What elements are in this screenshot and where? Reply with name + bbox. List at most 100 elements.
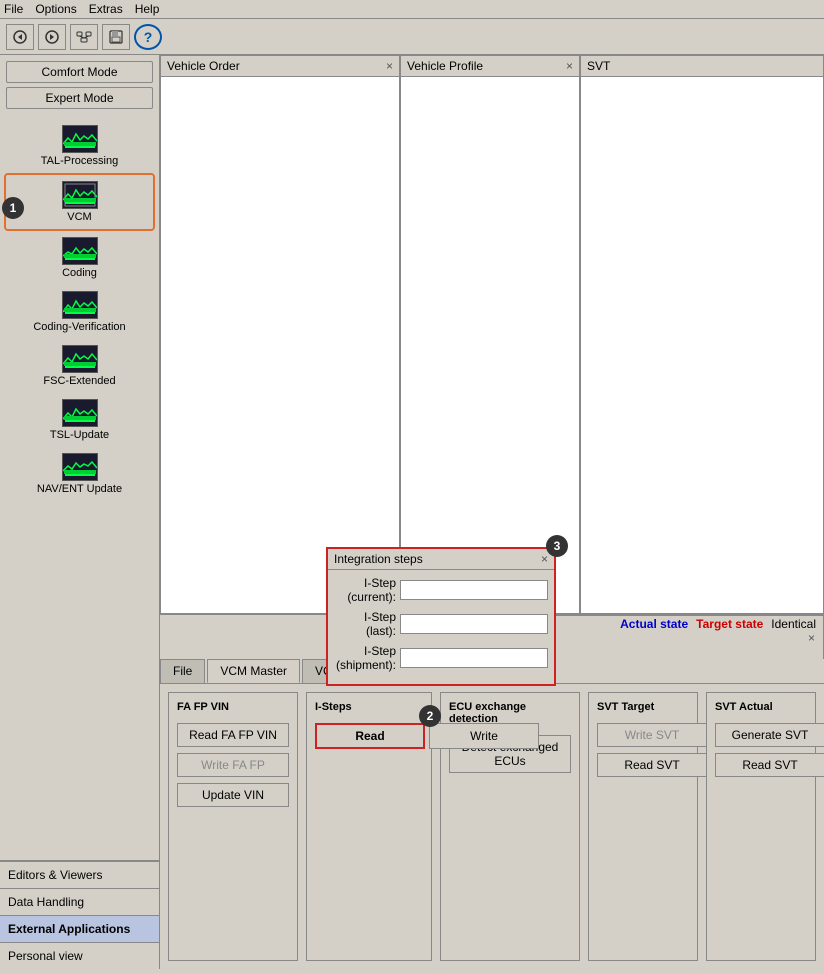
- vcm-label: VCM: [67, 211, 91, 223]
- tab-vcm-master[interactable]: VCM Master: [207, 659, 300, 683]
- personal-view-button[interactable]: Personal view: [0, 942, 159, 969]
- svt-content: [581, 77, 823, 613]
- vcm-master-content: FA FP VIN Read FA FP VIN Write FA FP Upd…: [160, 684, 824, 969]
- istep-last-input[interactable]: [400, 614, 548, 634]
- editors-viewers-button[interactable]: Editors & Viewers: [0, 861, 159, 888]
- fa-fp-vin-group: FA FP VIN Read FA FP VIN Write FA FP Upd…: [168, 692, 298, 961]
- vehicle-profile-content: [401, 77, 579, 613]
- istep-last-row: I-Step (last):: [334, 610, 548, 638]
- integration-steps-header: Integration steps ×: [328, 549, 554, 570]
- main-layout: Comfort Mode Expert Mode 1 TAL-Processin…: [0, 55, 824, 969]
- read-button[interactable]: Read: [315, 723, 425, 749]
- write-svt-button[interactable]: Write SVT: [597, 723, 707, 747]
- state-labels: Actual state Target state Identical: [612, 613, 824, 635]
- back-button[interactable]: [6, 24, 34, 50]
- integration-steps-content: I-Step (current): I-Step (last): I-Step …: [328, 570, 554, 684]
- vehicle-profile-title: Vehicle Profile: [407, 59, 483, 73]
- sidebar-item-coding[interactable]: Coding: [4, 231, 155, 285]
- vehicle-profile-close[interactable]: ×: [566, 59, 573, 73]
- bottom-area: File VCM Master VCM Backup FA FP VIN Rea…: [160, 655, 824, 969]
- sidebar-item-nav-ent-update[interactable]: NAV/ENT Update: [4, 447, 155, 501]
- svt-panel: SVT: [580, 55, 824, 614]
- fsc-extended-icon: [62, 345, 98, 373]
- vehicle-order-header: Vehicle Order ×: [161, 56, 399, 77]
- vehicle-profile-panel: Vehicle Profile ×: [400, 55, 580, 614]
- annotation-badge-1: 1: [2, 197, 24, 219]
- sidebar-item-fsc-extended[interactable]: FSC-Extended: [4, 339, 155, 393]
- sidebar-item-coding-verification[interactable]: Coding-Verification: [4, 285, 155, 339]
- sidebar-item-tsl-update[interactable]: TSL-Update: [4, 393, 155, 447]
- tab-file[interactable]: File: [160, 659, 205, 683]
- comfort-mode-button[interactable]: Comfort Mode: [6, 61, 153, 83]
- i-steps-group: I-Steps Read Write 2: [306, 692, 432, 961]
- save-button[interactable]: [102, 24, 130, 50]
- annotation-badge-3: 3: [546, 535, 568, 557]
- data-handling-button[interactable]: Data Handling: [0, 888, 159, 915]
- sidebar-item-tal-processing[interactable]: TAL-Processing: [4, 119, 155, 173]
- coding-verification-label: Coding-Verification: [33, 321, 125, 333]
- svt-actual-title: SVT Actual: [715, 701, 807, 713]
- tal-processing-label: TAL-Processing: [41, 155, 118, 167]
- sidebar-top: Comfort Mode Expert Mode: [0, 55, 159, 115]
- coding-label: Coding: [62, 267, 97, 279]
- tal-processing-icon: [62, 125, 98, 153]
- coding-verification-icon: [62, 291, 98, 319]
- istep-current-input[interactable]: [400, 580, 548, 600]
- svt-target-group: SVT Target Write SVT Read SVT: [588, 692, 698, 961]
- toolbar: ?: [0, 19, 824, 55]
- tsl-update-icon: [62, 399, 98, 427]
- generate-svt-button[interactable]: Generate SVT: [715, 723, 824, 747]
- vehicle-order-title: Vehicle Order: [167, 59, 240, 73]
- integration-steps-box: Integration steps × I-Step (current): I-…: [326, 547, 556, 686]
- integration-steps-title: Integration steps: [334, 552, 423, 566]
- forward-button[interactable]: [38, 24, 66, 50]
- actual-state-label: Actual state: [620, 617, 688, 631]
- vehicle-order-close[interactable]: ×: [386, 59, 393, 73]
- istep-shipment-input[interactable]: [400, 648, 548, 668]
- identical-label: Identical: [771, 617, 816, 631]
- sidebar-item-vcm[interactable]: VCM: [4, 173, 155, 231]
- external-applications-button[interactable]: External Applications: [0, 915, 159, 942]
- write-fa-fp-button[interactable]: Write FA FP: [177, 753, 289, 777]
- sidebar-bottom: Editors & Viewers Data Handling External…: [0, 860, 159, 969]
- istep-current-row: I-Step (current):: [334, 576, 548, 604]
- vcm-icon: [62, 181, 98, 209]
- expert-mode-button[interactable]: Expert Mode: [6, 87, 153, 109]
- menu-help[interactable]: Help: [135, 2, 160, 16]
- menu-extras[interactable]: Extras: [89, 2, 123, 16]
- sidebar: Comfort Mode Expert Mode 1 TAL-Processin…: [0, 55, 160, 969]
- svt-target-title: SVT Target: [597, 701, 689, 713]
- menu-bar: File Options Extras Help: [0, 0, 824, 19]
- svt-title: SVT: [587, 59, 610, 73]
- read-fa-fp-vin-button[interactable]: Read FA FP VIN: [177, 723, 289, 747]
- write-button[interactable]: Write: [429, 723, 539, 749]
- tsl-update-label: TSL-Update: [50, 429, 109, 441]
- vehicle-order-content: [161, 77, 399, 613]
- update-vin-button[interactable]: Update VIN: [177, 783, 289, 807]
- svt-header: SVT: [581, 56, 823, 77]
- fsc-extended-label: FSC-Extended: [43, 375, 115, 387]
- menu-file[interactable]: File: [4, 2, 23, 16]
- istep-shipment-row: I-Step (shipment):: [334, 644, 548, 672]
- i-steps-title: I-Steps: [315, 701, 423, 713]
- ecu-exchange-title: ECU exchange detection: [449, 701, 571, 725]
- vehicle-order-panel: Vehicle Order ×: [160, 55, 400, 614]
- integration-steps-close[interactable]: ×: [541, 552, 548, 566]
- annotation-badge-2: 2: [419, 705, 441, 727]
- top-panels: Vehicle Order × Vehicle Profile × SVT: [160, 55, 824, 615]
- menu-options[interactable]: Options: [35, 2, 76, 16]
- istep-shipment-label: I-Step (shipment):: [334, 644, 396, 672]
- fa-fp-vin-title: FA FP VIN: [177, 701, 289, 713]
- coding-icon: [62, 237, 98, 265]
- nav-ent-update-label: NAV/ENT Update: [37, 483, 122, 495]
- read-svt-target-button[interactable]: Read SVT: [597, 753, 707, 777]
- sidebar-items: 1 TAL-Processing: [0, 115, 159, 860]
- content-area: Vehicle Order × Vehicle Profile × SVT: [160, 55, 824, 969]
- vehicle-profile-header: Vehicle Profile ×: [401, 56, 579, 77]
- network-button[interactable]: [70, 24, 98, 50]
- istep-current-label: I-Step (current):: [334, 576, 396, 604]
- read-svt-actual-button[interactable]: Read SVT: [715, 753, 824, 777]
- help-button[interactable]: ?: [134, 24, 162, 50]
- svt-actual-group: SVT Actual Generate SVT Read SVT: [706, 692, 816, 961]
- istep-last-label: I-Step (last):: [334, 610, 396, 638]
